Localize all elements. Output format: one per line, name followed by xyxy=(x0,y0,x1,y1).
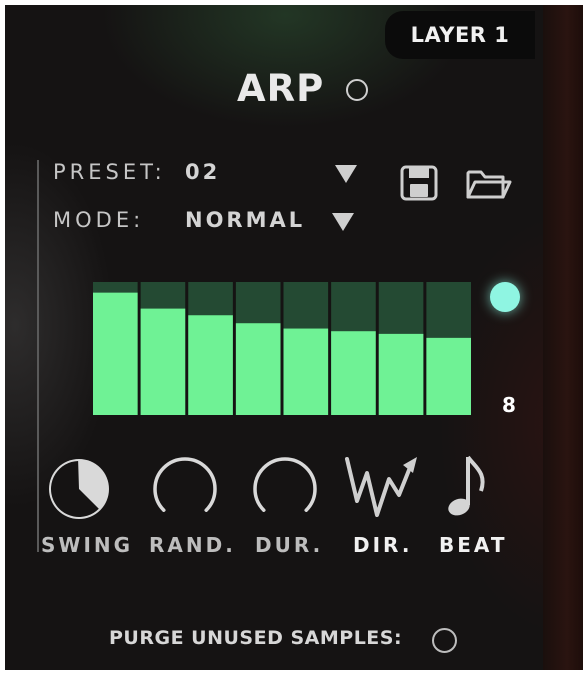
step-bar[interactable] xyxy=(331,331,376,415)
layer-tab-label: LAYER 1 xyxy=(410,23,510,47)
dur-label: DUR. xyxy=(255,533,324,557)
step-bar[interactable] xyxy=(283,328,329,415)
swing-knob[interactable] xyxy=(43,453,115,529)
adjacent-panel-edge xyxy=(543,5,583,670)
step-bar[interactable] xyxy=(378,333,424,415)
rand-label: RAND. xyxy=(149,533,236,557)
purge-unused-samples-label: PURGE UNUSED SAMPLES: xyxy=(109,627,403,649)
rand-knob[interactable] xyxy=(149,453,221,529)
section-divider xyxy=(37,160,39,552)
preset-value[interactable]: 02 xyxy=(185,160,220,184)
zigzag-arrow-icon[interactable] xyxy=(343,451,423,525)
mode-dropdown-icon[interactable] xyxy=(332,213,354,231)
eighth-note-icon[interactable] xyxy=(445,451,489,527)
arp-panel: LAYER 1 ARP PRESET: 02 MODE: NORMAL 8 SW… xyxy=(5,5,583,670)
steps-indicator-led[interactable] xyxy=(490,282,520,312)
step-bar[interactable] xyxy=(140,308,186,415)
beat-label: BEAT xyxy=(439,533,508,557)
step-sequencer[interactable] xyxy=(93,282,471,415)
step-bar[interactable] xyxy=(235,323,281,415)
save-icon[interactable] xyxy=(400,165,440,201)
arp-enable-toggle[interactable] xyxy=(346,79,368,101)
folder-open-icon[interactable] xyxy=(465,167,513,201)
swing-label: SWING xyxy=(41,533,134,557)
step-bar[interactable] xyxy=(426,337,471,415)
mode-label: MODE: xyxy=(53,208,145,232)
arp-title: ARP xyxy=(237,67,325,110)
dir-label: DIR. xyxy=(353,533,413,557)
dur-knob[interactable] xyxy=(249,453,321,529)
step-bar[interactable] xyxy=(93,292,138,415)
steps-count: 8 xyxy=(502,393,516,417)
preset-dropdown-icon[interactable] xyxy=(335,165,357,183)
layer-tab[interactable]: LAYER 1 xyxy=(385,11,535,59)
preset-label: PRESET: xyxy=(53,160,166,184)
step-bar[interactable] xyxy=(188,315,233,415)
mode-value[interactable]: NORMAL xyxy=(185,208,305,232)
purge-unused-samples-toggle[interactable] xyxy=(432,628,457,653)
